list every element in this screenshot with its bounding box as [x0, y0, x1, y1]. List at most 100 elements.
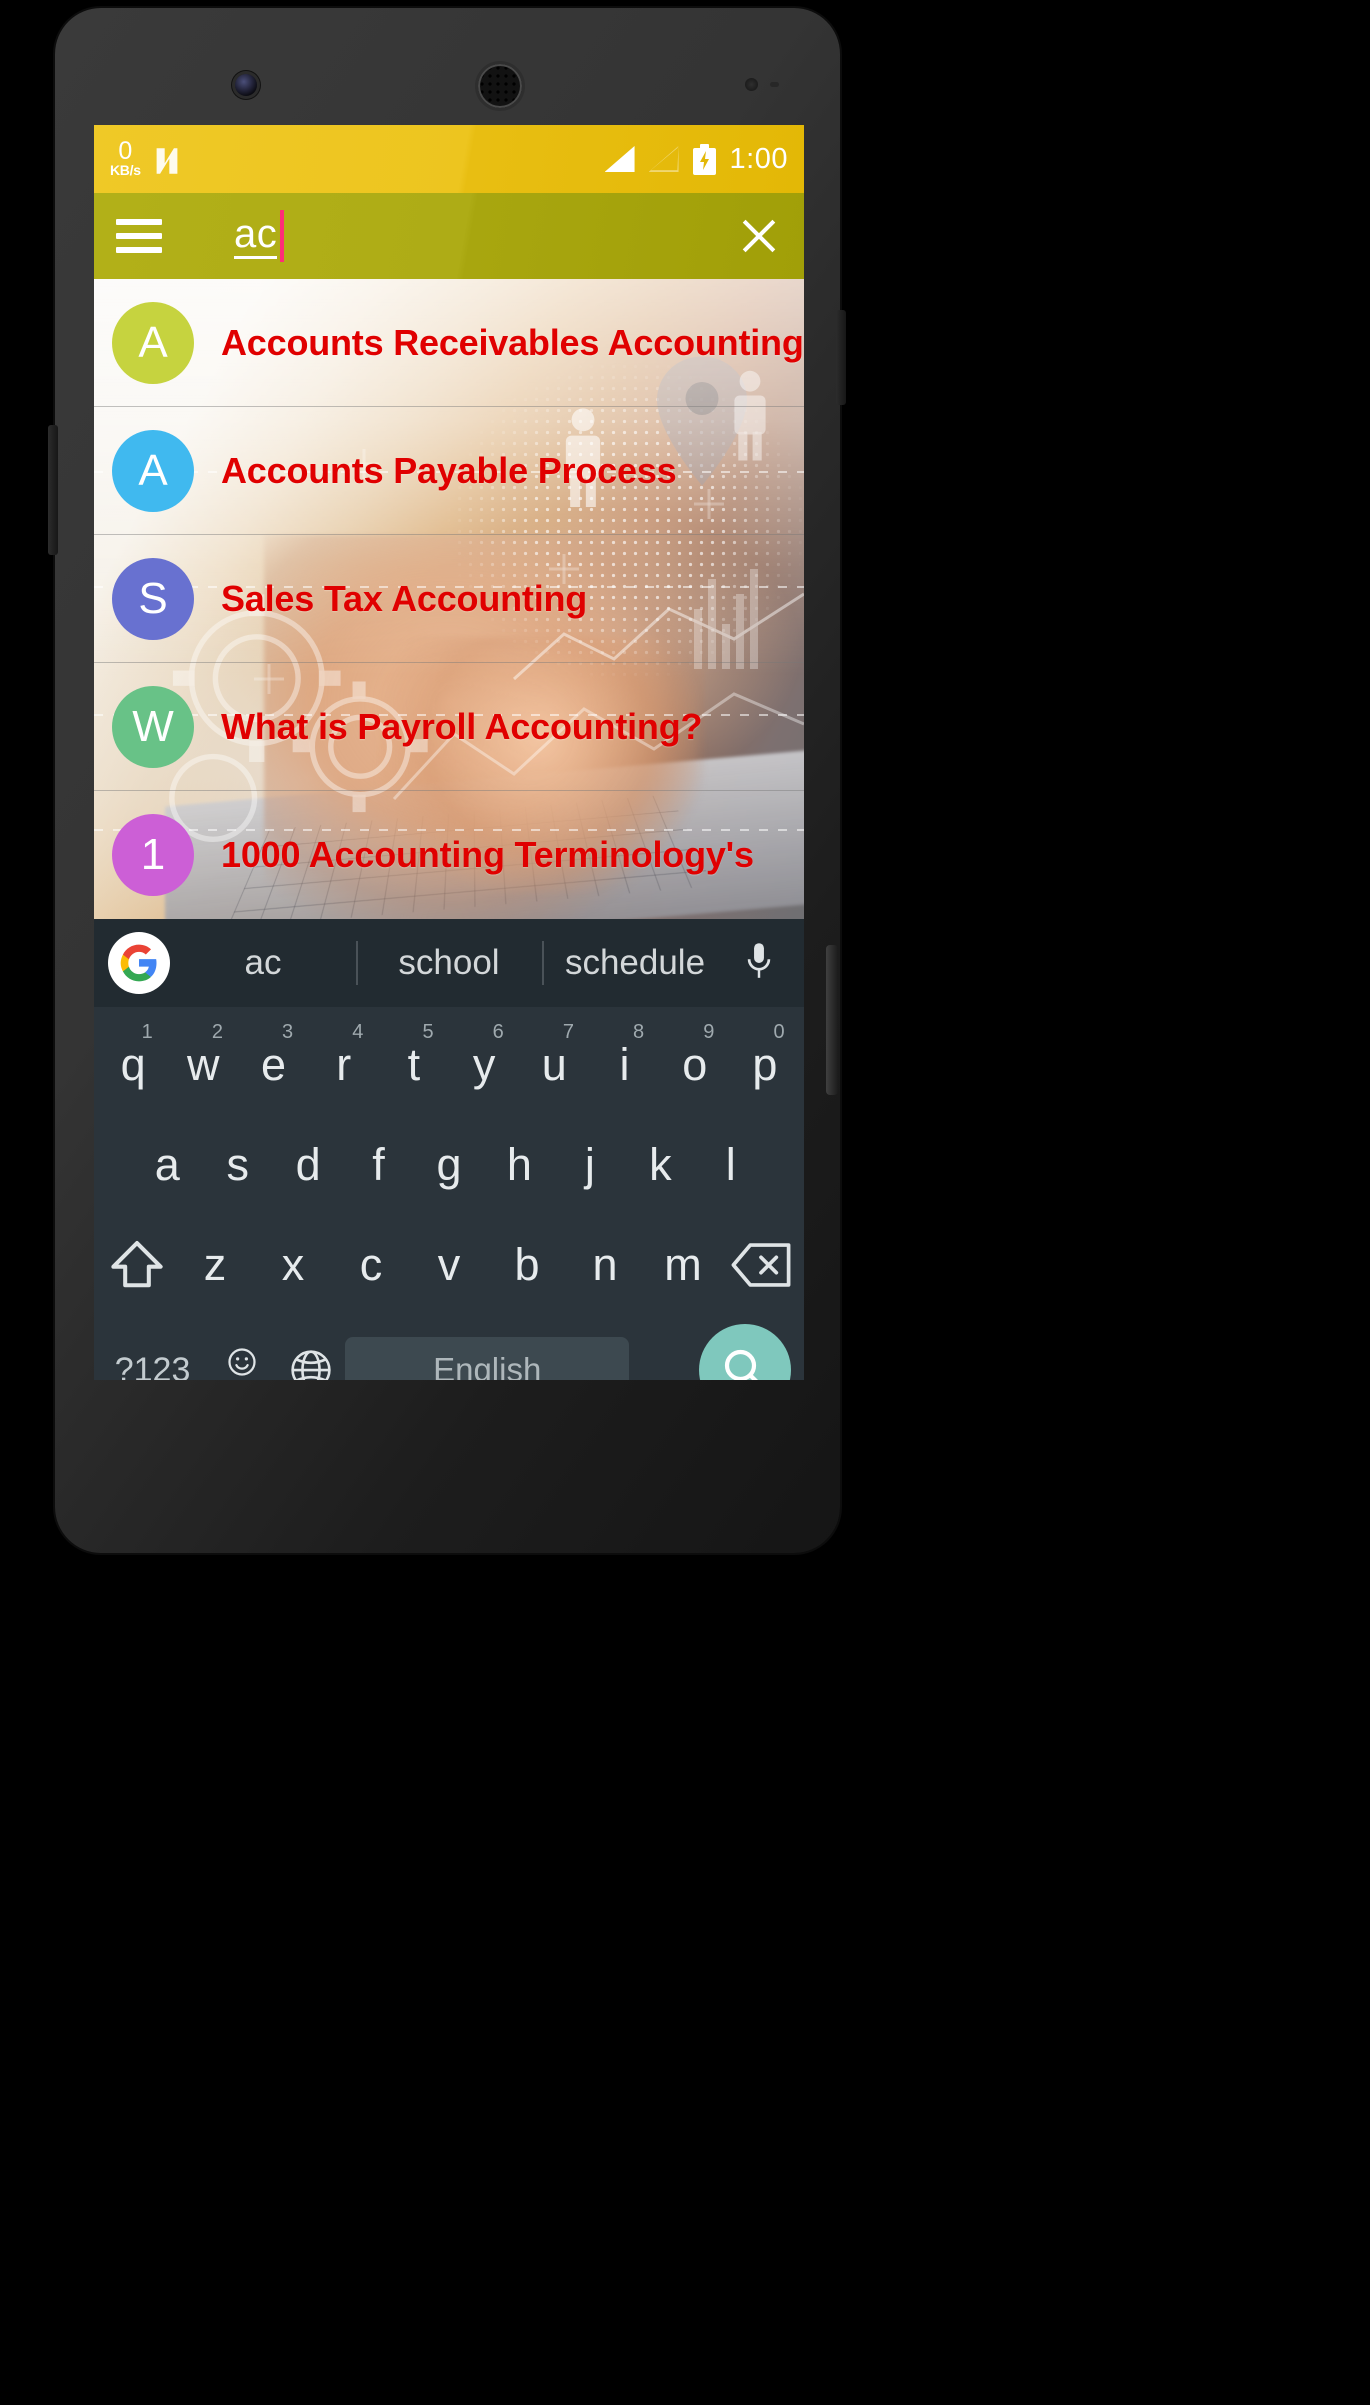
suggestion-item[interactable]: ac — [170, 943, 356, 983]
key-o-number: 9 — [703, 1021, 715, 1043]
key-e-number: 3 — [282, 1021, 294, 1043]
phone-screen: 0 KB/s 1:00 ac A Accounts Receivables Ac… — [94, 125, 804, 1380]
key-x[interactable]: x — [254, 1215, 332, 1315]
close-x-icon[interactable] — [736, 213, 782, 259]
text-cursor — [280, 210, 285, 262]
list-item-label: Accounts Receivables Accounting — [221, 321, 804, 363]
key-d[interactable]: d — [273, 1115, 343, 1215]
keyboard-row-4: ?123 , — [98, 1315, 800, 1380]
key-y-number: 6 — [492, 1021, 504, 1043]
key-u-label: u — [541, 1039, 567, 1090]
power-button[interactable] — [836, 310, 846, 405]
avatar: 1 — [112, 814, 194, 896]
nougat-n-icon — [156, 147, 178, 174]
key-o[interactable]: 9o — [660, 1015, 730, 1115]
key-c[interactable]: c — [332, 1215, 410, 1315]
proximity-sensor — [745, 78, 758, 91]
key-j[interactable]: j — [555, 1115, 625, 1215]
keyboard-row-1: 1q 2w 3e 4r 5t 6y 7u 8i 9o 0p — [98, 1015, 800, 1115]
key-s[interactable]: s — [202, 1115, 272, 1215]
key-m[interactable]: m — [644, 1215, 722, 1315]
key-w-label: w — [187, 1039, 220, 1090]
avatar: A — [112, 429, 194, 512]
key-h[interactable]: h — [484, 1115, 554, 1215]
emoji-smiley-icon[interactable]: , — [207, 1320, 276, 1380]
list-item-label: 1000 Accounting Terminology's — [221, 834, 754, 875]
list-item-label: Sales Tax Accounting — [221, 577, 588, 619]
key-u[interactable]: 7u — [519, 1015, 589, 1115]
hamburger-menu-icon[interactable] — [116, 219, 162, 253]
key-w[interactable]: 2w — [168, 1015, 238, 1115]
key-e[interactable]: 3e — [238, 1015, 308, 1115]
key-z[interactable]: z — [176, 1215, 254, 1315]
list-item-label: Accounts Payable Process — [221, 449, 677, 491]
language-globe-icon[interactable] — [276, 1320, 345, 1380]
key-f[interactable]: f — [343, 1115, 413, 1215]
on-screen-keyboard: ac school schedule 1q 2w 3e 4r 5t 6y 7u — [94, 919, 804, 1380]
key-g[interactable]: g — [414, 1115, 484, 1215]
volume-rocker-button[interactable] — [48, 425, 58, 555]
suggestion-strip: ac school schedule — [94, 919, 804, 1007]
signal-empty-icon — [648, 146, 679, 172]
network-speed-value: 0 — [118, 137, 133, 166]
key-r-label: r — [336, 1039, 352, 1090]
earpiece-speaker — [478, 64, 522, 108]
key-p-label: p — [752, 1039, 778, 1090]
status-bar: 0 KB/s 1:00 — [94, 125, 804, 193]
list-item[interactable]: W What is Payroll Accounting? — [94, 663, 804, 791]
list-item-label: What is Payroll Accounting? — [221, 705, 703, 747]
key-q-label: q — [120, 1039, 146, 1090]
avatar: W — [112, 685, 194, 768]
front-camera — [235, 74, 257, 96]
key-q[interactable]: 1q — [98, 1015, 168, 1115]
keyboard-row-3: z x c v b n m — [98, 1215, 800, 1315]
device-side-edge — [826, 945, 838, 1095]
signal-full-icon — [604, 146, 635, 172]
search-input[interactable]: ac — [234, 206, 736, 266]
list-item[interactable]: 1 1000 Accounting Terminology's — [94, 791, 804, 919]
google-g-icon[interactable] — [108, 932, 170, 994]
key-u-number: 7 — [562, 1021, 574, 1043]
status-bar-clock: 1:00 — [729, 142, 788, 175]
microphone-icon[interactable] — [728, 942, 790, 984]
backspace-delete-icon[interactable] — [722, 1215, 800, 1315]
key-b[interactable]: b — [488, 1215, 566, 1315]
key-i[interactable]: 8i — [589, 1015, 659, 1115]
key-y[interactable]: 6y — [449, 1015, 519, 1115]
key-r[interactable]: 4r — [309, 1015, 379, 1115]
key-p[interactable]: 0p — [730, 1015, 800, 1115]
key-t[interactable]: 5t — [379, 1015, 449, 1115]
key-a[interactable]: a — [132, 1115, 202, 1215]
period-key[interactable]: . — [629, 1320, 691, 1380]
key-t-label: t — [407, 1039, 421, 1090]
list-item[interactable]: A Accounts Receivables Accounting — [94, 279, 804, 407]
status-bar-left: 0 KB/s — [110, 137, 181, 177]
key-t-number: 5 — [422, 1021, 434, 1043]
key-y-label: y — [472, 1039, 496, 1090]
key-n[interactable]: n — [566, 1215, 644, 1315]
list-item[interactable]: A Accounts Payable Process — [94, 407, 804, 535]
light-sensor — [770, 82, 779, 87]
suggestion-item[interactable]: schedule — [542, 943, 728, 983]
shift-arrow-icon[interactable] — [98, 1215, 176, 1315]
search-input-value: ac — [234, 214, 278, 259]
key-k[interactable]: k — [625, 1115, 695, 1215]
phone-chin — [55, 1393, 840, 1553]
key-i-number: 8 — [633, 1021, 645, 1043]
key-grid: 1q 2w 3e 4r 5t 6y 7u 8i 9o 0p a s d f g … — [94, 1007, 804, 1380]
search-magnifier-icon — [699, 1324, 792, 1380]
key-e-label: e — [260, 1039, 286, 1090]
key-w-number: 2 — [211, 1021, 223, 1043]
search-app-bar: ac — [94, 193, 804, 279]
suggestion-item[interactable]: school — [356, 943, 542, 983]
key-l[interactable]: l — [696, 1115, 766, 1215]
symbols-key[interactable]: ?123 — [98, 1320, 207, 1381]
key-o-label: o — [682, 1039, 708, 1090]
key-q-number: 1 — [141, 1021, 153, 1043]
battery-charging-icon — [692, 143, 716, 175]
space-bar[interactable]: English — [345, 1337, 630, 1380]
key-r-number: 4 — [352, 1021, 364, 1043]
search-enter-key[interactable] — [691, 1324, 800, 1380]
list-item[interactable]: S Sales Tax Accounting — [94, 535, 804, 663]
key-v[interactable]: v — [410, 1215, 488, 1315]
